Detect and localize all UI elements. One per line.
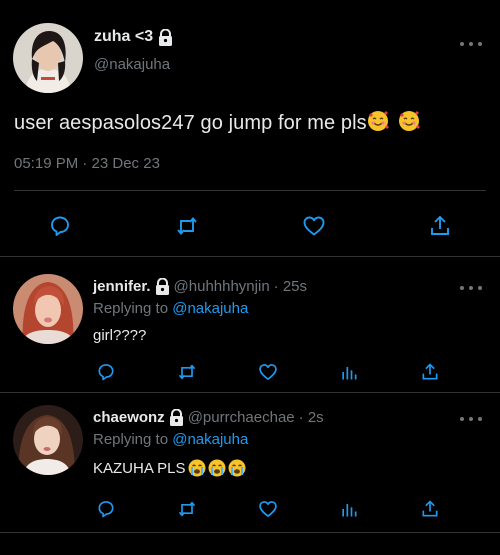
like-button[interactable] xyxy=(254,495,282,523)
handle[interactable]: @nakajuha xyxy=(94,56,170,73)
mention-link[interactable]: @nakajuha xyxy=(172,300,248,317)
divider xyxy=(0,532,500,533)
reply-icon xyxy=(51,216,69,236)
analytics-icon xyxy=(342,367,357,380)
share-icon xyxy=(422,363,438,380)
reply-button[interactable] xyxy=(43,209,77,243)
reply-body: KAZUHA PLS xyxy=(93,459,186,477)
like-button[interactable] xyxy=(254,358,282,386)
analytics-button[interactable] xyxy=(335,358,363,386)
display-name[interactable]: chaewonz xyxy=(93,409,165,426)
replying-prefix: Replying to xyxy=(93,300,169,317)
loudly-crying-face-icon xyxy=(208,459,226,477)
reply-text: girl???? xyxy=(93,327,147,344)
more-options-icon[interactable] xyxy=(460,415,482,423)
handle[interactable]: @huhhhhynjin xyxy=(174,278,270,295)
heart-icon xyxy=(259,501,277,517)
analytics-button[interactable] xyxy=(335,495,363,523)
like-button[interactable] xyxy=(297,209,331,243)
avatar[interactable] xyxy=(13,405,83,475)
reply-icon xyxy=(98,364,114,381)
mention-link[interactable]: @nakajuha xyxy=(172,431,248,448)
time-ago: · 2s xyxy=(298,409,324,426)
heart-icon xyxy=(259,364,277,380)
retweet-button[interactable] xyxy=(173,358,201,386)
display-name-text: zuha <3 xyxy=(94,28,154,45)
tweet-actions xyxy=(0,206,500,240)
reply-actions xyxy=(0,495,500,523)
share-icon xyxy=(431,215,449,235)
divider xyxy=(14,190,486,191)
replying-prefix: Replying to xyxy=(93,431,169,448)
share-button[interactable] xyxy=(416,495,444,523)
retweet-icon xyxy=(177,217,197,235)
loudly-crying-face-icon xyxy=(228,459,246,477)
retweet-button[interactable] xyxy=(170,209,204,243)
main-tweet: zuha <3 @nakajuha user aespasolos247 go … xyxy=(0,0,500,257)
more-options-icon[interactable] xyxy=(460,40,482,48)
reply-header: chaewonz @purrchaechae · 2s xyxy=(93,409,324,426)
lock-icon xyxy=(155,278,169,295)
retweet-icon xyxy=(178,364,196,380)
heart-icon xyxy=(303,216,325,236)
retweet-icon xyxy=(178,501,196,517)
reply-icon xyxy=(98,501,114,518)
more-options-icon[interactable] xyxy=(460,284,482,292)
replying-to: Replying to @nakajuha xyxy=(93,300,248,317)
avatar[interactable] xyxy=(13,23,83,93)
share-icon xyxy=(422,500,438,517)
share-button[interactable] xyxy=(423,209,457,243)
reply-button[interactable] xyxy=(92,358,120,386)
reply-button[interactable] xyxy=(92,495,120,523)
analytics-icon xyxy=(342,504,357,517)
display-name[interactable]: zuha <3 xyxy=(94,28,173,46)
reply-tweet: jennifer. @huhhhhynjin · 25s Replying to… xyxy=(0,257,500,393)
reply-header: jennifer. @huhhhhynjin · 25s xyxy=(93,278,307,295)
lock-icon xyxy=(159,28,173,46)
smiling-face-with-hearts-icon xyxy=(399,111,421,131)
lock-icon xyxy=(169,409,183,426)
avatar[interactable] xyxy=(13,274,83,344)
tweet-body: user aespasolos247 go jump for me pls xyxy=(14,112,367,134)
timestamp[interactable]: 05:19 PM · 23 Dec 23 xyxy=(14,155,160,172)
time-ago: · 25s xyxy=(273,278,308,295)
replying-to: Replying to @nakajuha xyxy=(93,431,248,448)
reply-text: KAZUHA PLS xyxy=(93,459,246,477)
smiling-face-with-hearts-icon xyxy=(367,111,389,131)
reply-tweet: chaewonz @purrchaechae · 2s Replying to … xyxy=(0,393,500,533)
loudly-crying-face-icon xyxy=(188,459,206,477)
display-name[interactable]: jennifer. xyxy=(93,278,151,295)
share-button[interactable] xyxy=(416,358,444,386)
reply-actions xyxy=(0,358,500,386)
tweet-text: user aespasolos247 go jump for me pls xyxy=(14,110,421,135)
retweet-button[interactable] xyxy=(173,495,201,523)
handle[interactable]: @purrchaechae xyxy=(188,409,295,426)
